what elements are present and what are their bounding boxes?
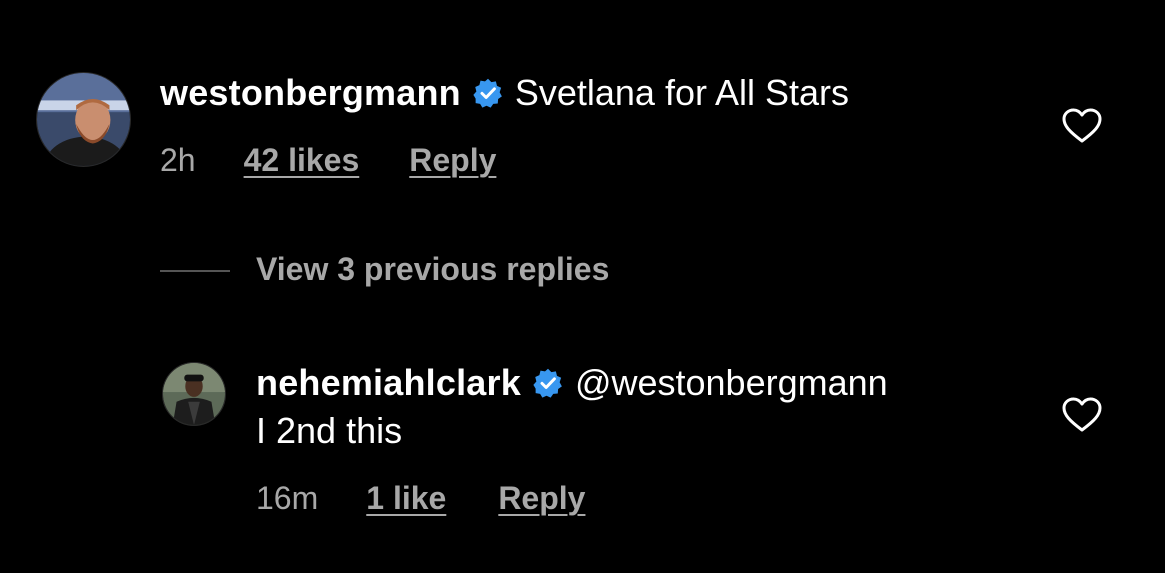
reply-meta: 16m 1 like Reply	[256, 480, 585, 517]
view-previous-replies-button[interactable]: View 3 previous replies	[256, 251, 609, 288]
reply-reply-button[interactable]: Reply	[498, 480, 585, 517]
verified-badge-icon	[473, 78, 503, 108]
avatar-nehemiahlclark[interactable]	[162, 362, 226, 426]
comment-reply-button[interactable]: Reply	[409, 142, 496, 179]
username-westonbergmann[interactable]: westonbergmann	[160, 72, 461, 114]
comment-time: 2h	[160, 142, 196, 178]
avatar-westonbergmann[interactable]	[36, 72, 131, 167]
reply-likes-link[interactable]: 1 like	[366, 480, 446, 517]
replies-divider	[160, 270, 230, 272]
username-nehemiahlclark[interactable]: nehemiahlclark	[256, 362, 521, 404]
comment-likes-link[interactable]: 42 likes	[244, 142, 360, 179]
reply-like-heart-icon[interactable]	[1062, 397, 1102, 433]
reply-time: 16m	[256, 480, 319, 516]
reply-header: nehemiahlclark @westonbergmann	[256, 360, 888, 406]
comment-meta: 2h 42 likes Reply	[160, 142, 496, 179]
comment-like-heart-icon[interactable]	[1062, 108, 1102, 144]
verified-badge-icon	[533, 368, 563, 398]
comment-text: Svetlana for All Stars	[514, 72, 850, 113]
reply-mention-link[interactable]: @westonbergmann	[575, 362, 888, 404]
comment-header: westonbergmann Svetlana for All Stars	[160, 70, 849, 116]
reply-text: I 2nd this	[256, 410, 403, 451]
